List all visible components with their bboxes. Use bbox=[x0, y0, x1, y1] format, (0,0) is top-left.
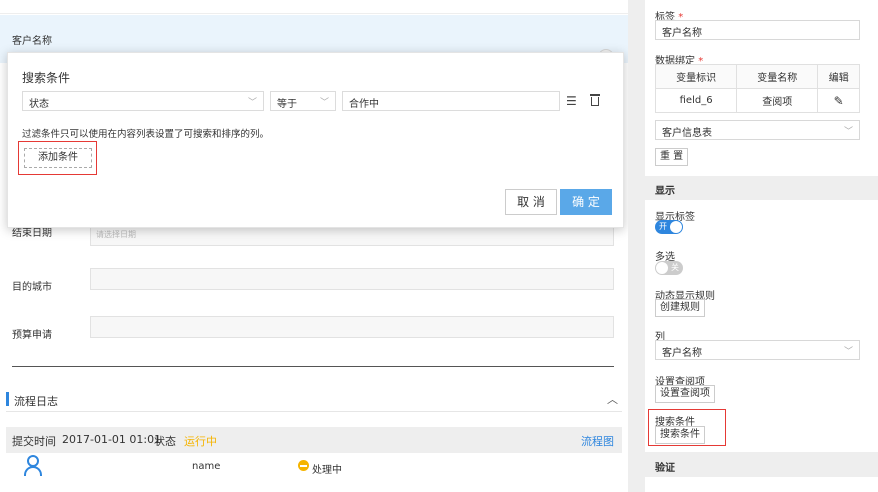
field-select[interactable]: 状态 ﹀ bbox=[22, 91, 264, 111]
destination-city-label: 目的城市 bbox=[12, 282, 52, 293]
source-select-value: 客户信息表 bbox=[662, 128, 712, 139]
chevron-up-icon[interactable]: ︿ bbox=[607, 391, 618, 407]
operator-select-value: 等于 bbox=[277, 99, 297, 110]
operator-select[interactable]: 等于 ﹀ bbox=[270, 91, 336, 111]
budget-request-label: 预算申请 bbox=[12, 330, 52, 341]
budget-request-input[interactable] bbox=[90, 316, 614, 338]
column-select[interactable]: 客户名称 ﹀ bbox=[655, 340, 860, 360]
list-icon[interactable]: ☰ bbox=[566, 94, 577, 108]
verify-section-title: 验证 bbox=[655, 463, 675, 474]
destination-city-row: 目的城市 bbox=[0, 266, 628, 306]
chevron-down-icon: ﹀ bbox=[247, 98, 257, 108]
tag-input[interactable]: 客户名称 bbox=[655, 20, 860, 40]
multi-select-toggle[interactable]: 关 bbox=[655, 261, 683, 275]
flow-log-header[interactable]: 流程日志 ︿ bbox=[6, 390, 622, 412]
end-date-row: 请选择日期 bbox=[0, 222, 628, 262]
col-header: 编辑 bbox=[817, 64, 860, 89]
filter-hint: 过滤条件只可以使用在内容列表设置了可搜索和排序的列。 bbox=[22, 129, 270, 140]
edit-cell[interactable]: ✎ bbox=[817, 88, 860, 113]
submit-time-label: 提交时间 bbox=[12, 435, 56, 448]
field-settings-card: 标签 * 客户名称 数据绑定 * 变量标识 变量名称 编辑 field_6 查阅… bbox=[645, 0, 878, 176]
top-strip bbox=[0, 0, 628, 14]
table-row: field_6 查阅项 ✎ bbox=[654, 88, 860, 113]
value-input[interactable]: 合作中 bbox=[342, 91, 560, 111]
chevron-down-icon: ﹀ bbox=[843, 127, 853, 137]
column-select-value: 客户名称 bbox=[662, 348, 702, 359]
search-condition-dialog: 搜索条件 状态 ﹀ 等于 ﹀ 合作中 ☰ 过滤条件只可以使用在内容列表设置了可搜… bbox=[7, 52, 624, 228]
flow-log-title: 流程日志 bbox=[14, 395, 58, 408]
user-icon bbox=[24, 455, 42, 476]
verify-section-header: 验证 bbox=[645, 455, 878, 477]
reset-button[interactable]: 重 置 bbox=[655, 148, 689, 166]
cancel-button[interactable]: 取 消 bbox=[505, 189, 557, 215]
pencil-icon[interactable]: ✎ bbox=[834, 94, 844, 108]
col-header: 变量标识 bbox=[654, 64, 738, 89]
customer-name-label: 客户名称 bbox=[12, 36, 52, 47]
add-condition-button[interactable]: 添加条件 bbox=[24, 148, 92, 168]
col-header: 变量名称 bbox=[736, 64, 819, 89]
create-rule-button[interactable]: 创建规则 bbox=[655, 299, 705, 317]
processing-icon bbox=[298, 460, 309, 471]
confirm-button[interactable]: 确 定 bbox=[560, 189, 612, 215]
chevron-down-icon: ﹀ bbox=[843, 347, 853, 357]
section-marker bbox=[6, 392, 9, 406]
highlight-box bbox=[648, 409, 726, 446]
source-select[interactable]: 客户信息表 ﹀ bbox=[655, 120, 860, 140]
toggle-on-text: 开 bbox=[659, 222, 667, 231]
status-label: 状态 bbox=[154, 435, 176, 448]
divider bbox=[12, 366, 614, 367]
trash-icon[interactable] bbox=[590, 94, 600, 106]
flow-chart-link[interactable]: 流程图 bbox=[581, 433, 614, 449]
budget-request-row: 预算申请 bbox=[0, 314, 628, 354]
verify-card bbox=[645, 477, 878, 492]
status-value: 运行中 bbox=[184, 435, 217, 448]
approver-name: name bbox=[192, 461, 221, 472]
tag-input-value: 客户名称 bbox=[662, 28, 702, 39]
show-label-toggle[interactable]: 开 bbox=[655, 220, 683, 234]
lookup-button[interactable]: 设置查阅项 bbox=[655, 385, 715, 403]
properties-panel: 标签 * 客户名称 数据绑定 * 变量标识 变量名称 编辑 field_6 查阅… bbox=[628, 0, 878, 492]
display-section-header: 显示 bbox=[645, 178, 878, 200]
var-name: 查阅项 bbox=[736, 88, 819, 113]
destination-city-input[interactable] bbox=[90, 268, 614, 290]
submit-time-value: 2017-01-01 01:01 bbox=[62, 433, 162, 446]
end-date-placeholder: 请选择日期 bbox=[96, 230, 136, 239]
value-input-text: 合作中 bbox=[349, 99, 379, 110]
processing-status: 处理中 bbox=[312, 465, 342, 476]
field-select-value: 状态 bbox=[29, 99, 49, 110]
var-id: field_6 bbox=[654, 88, 738, 113]
binding-table: 变量标识 变量名称 编辑 field_6 查阅项 ✎ bbox=[654, 64, 860, 113]
chevron-down-icon: ﹀ bbox=[319, 98, 329, 108]
log-summary-row: 提交时间 2017-01-01 01:01 状态 运行中 流程图 bbox=[6, 427, 622, 453]
toggle-off-text: 关 bbox=[671, 263, 679, 272]
display-section-title: 显示 bbox=[655, 186, 675, 197]
dialog-title: 搜索条件 bbox=[22, 71, 71, 85]
